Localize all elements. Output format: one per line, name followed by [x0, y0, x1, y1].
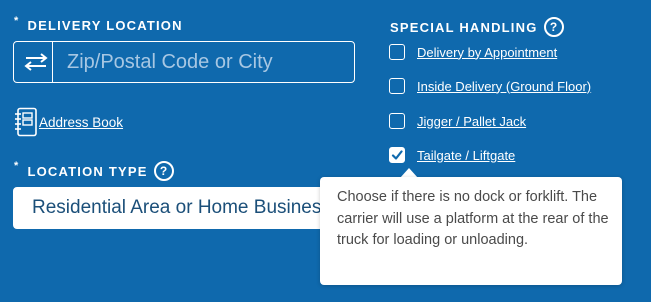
delivery-location-label: * DELIVERY LOCATION [14, 14, 183, 34]
zip-field [13, 41, 355, 83]
option-label[interactable]: Delivery by Appointment [417, 45, 557, 60]
location-type-label: * LOCATION TYPE ? [14, 160, 174, 181]
swap-arrows-icon[interactable] [20, 47, 52, 77]
location-type-value: Residential Area or Home Business [32, 197, 331, 218]
help-icon[interactable]: ? [543, 17, 564, 37]
option-label[interactable]: Jigger / Pallet Jack [417, 114, 526, 129]
option-jigger-pallet-jack[interactable]: Jigger / Pallet Jack [389, 113, 526, 129]
special-handling-label: SPECIAL HANDLING ? [390, 17, 564, 37]
address-book-icon [13, 107, 39, 137]
checkbox-checked[interactable] [389, 147, 405, 163]
help-icon[interactable]: ? [153, 161, 174, 181]
option-label[interactable]: Tailgate / Liftgate [417, 148, 515, 163]
field-divider [52, 42, 53, 82]
location-type-text: LOCATION TYPE [27, 163, 148, 179]
checkbox[interactable] [389, 78, 405, 94]
delivery-location-text: DELIVERY LOCATION [27, 18, 183, 33]
required-mark: * [14, 14, 20, 27]
checkbox[interactable] [389, 113, 405, 129]
location-type-select[interactable]: Residential Area or Home Business [13, 187, 333, 229]
option-tailgate-liftgate[interactable]: Tailgate / Liftgate [389, 147, 515, 163]
option-delivery-by-appointment[interactable]: Delivery by Appointment [389, 44, 557, 60]
tooltip-text: Choose if there is no dock or forklift. … [337, 189, 609, 248]
option-label[interactable]: Inside Delivery (Ground Floor) [417, 79, 591, 94]
tailgate-tooltip: Choose if there is no dock or forklift. … [320, 177, 622, 285]
address-book-link[interactable]: Address Book [13, 107, 123, 137]
address-book-label: Address Book [39, 114, 124, 130]
special-handling-text: SPECIAL HANDLING [390, 19, 538, 35]
checkmark-icon [391, 150, 403, 160]
required-mark: * [14, 160, 20, 172]
zip-city-input[interactable] [65, 49, 354, 75]
option-inside-delivery[interactable]: Inside Delivery (Ground Floor) [389, 78, 591, 94]
checkbox[interactable] [389, 44, 405, 60]
